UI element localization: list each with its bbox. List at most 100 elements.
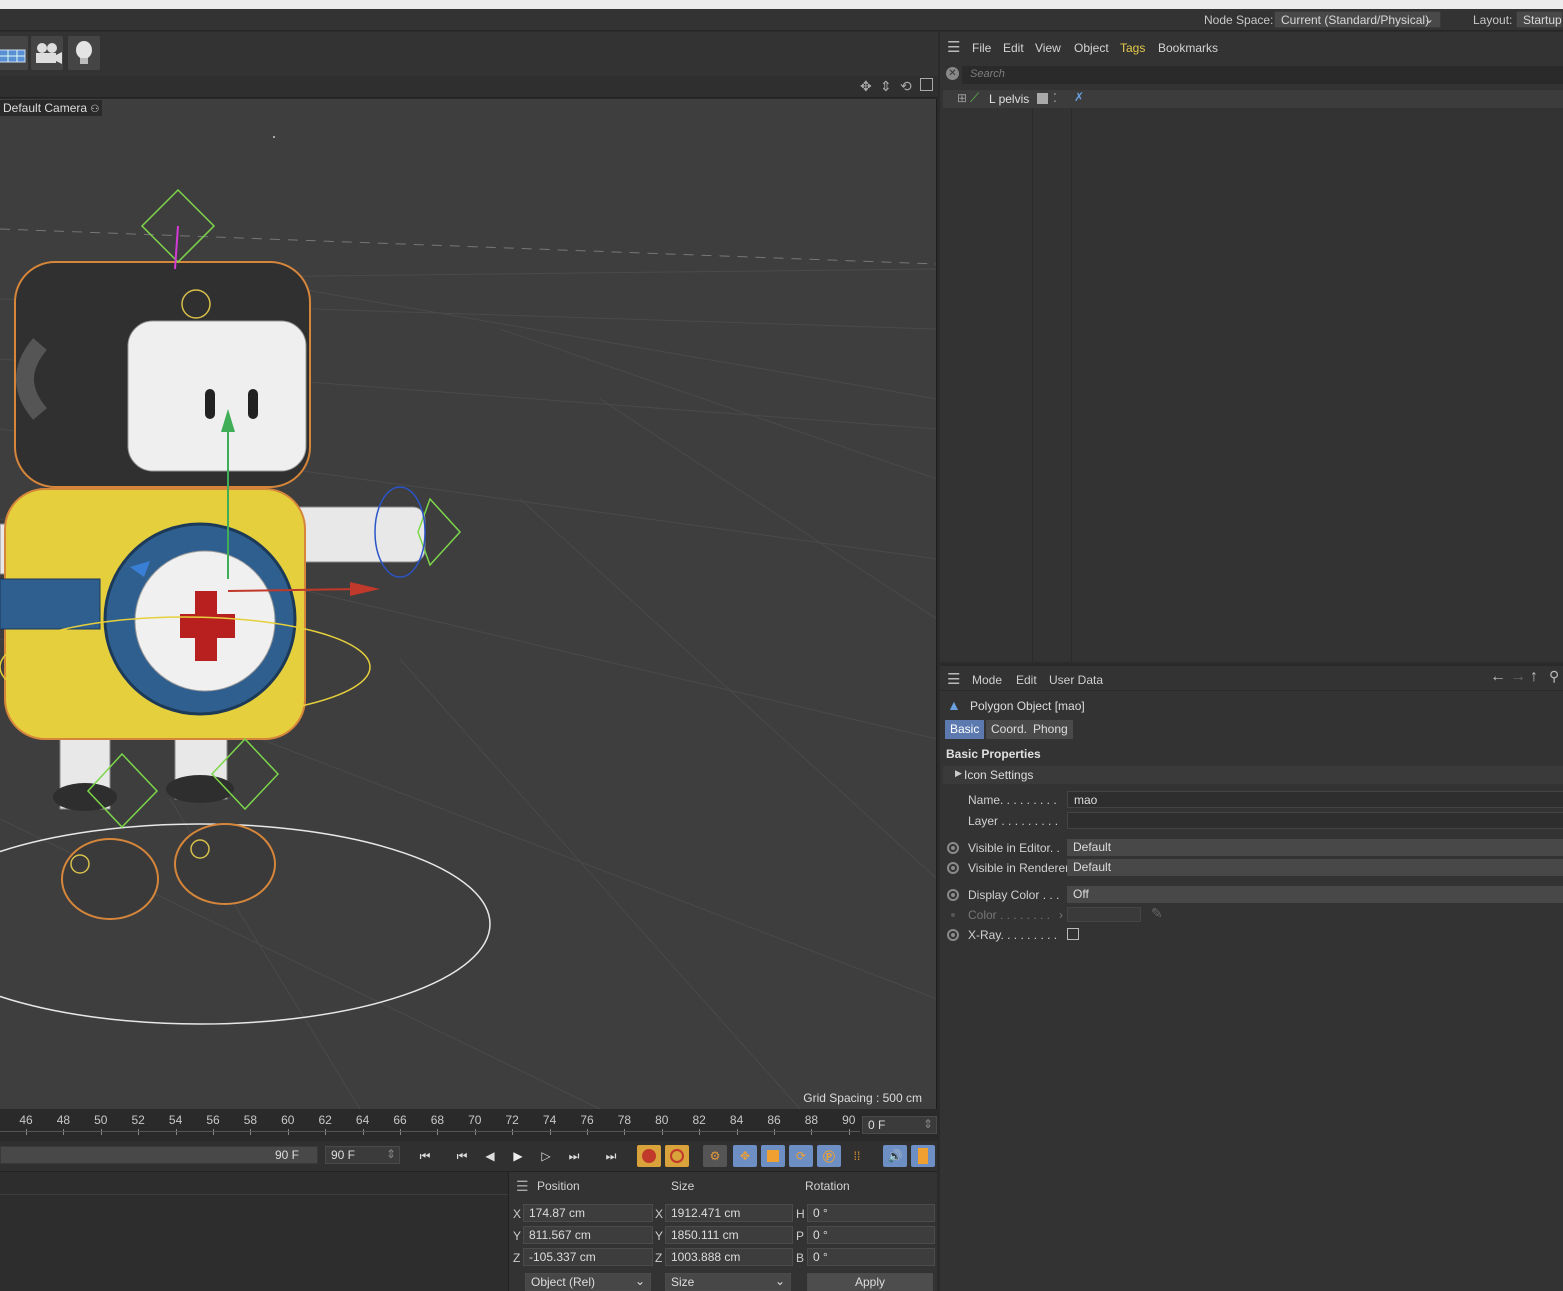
visible-renderer-select[interactable]: Default — [1067, 859, 1563, 876]
joint-icon: ⟋ — [970, 90, 980, 105]
timeline-tick-label: 66 — [393, 1113, 407, 1127]
next-key-button[interactable]: ⏭ — [562, 1145, 586, 1167]
polygon-object-icon: ▲ — [947, 697, 961, 713]
forward-arrow-icon[interactable]: → — [1510, 668, 1526, 686]
tab-basic[interactable]: Basic — [945, 720, 985, 739]
object-title: Polygon Object [mao] — [970, 699, 1085, 713]
layout-dropdown[interactable]: Startup — [1516, 11, 1563, 28]
menu-edit[interactable]: Edit — [1016, 673, 1037, 687]
current-frame-field[interactable]: 0 F ⇕ — [862, 1116, 937, 1134]
key-scale-button[interactable] — [761, 1145, 785, 1167]
menu-object[interactable]: Object — [1074, 41, 1109, 55]
position-y-field[interactable]: 811.567 cm — [523, 1226, 653, 1244]
go-to-end-button[interactable]: ⏭ — [599, 1145, 623, 1167]
hierarchy-expand-icon[interactable]: ⊞ — [957, 91, 967, 105]
camera-object-button[interactable] — [31, 36, 63, 70]
go-to-start-button[interactable]: ⏮ — [413, 1145, 437, 1167]
tab-coord[interactable]: Coord. — [986, 720, 1033, 739]
search-icon[interactable]: ⚲ — [1549, 668, 1559, 685]
viewport-header: ✥ ⇕ ⟲ — [0, 76, 938, 98]
next-frame-button[interactable]: ▷ — [534, 1145, 558, 1167]
object-name[interactable]: L pelvis — [989, 92, 1029, 106]
position-z-field[interactable]: -105.337 cm — [523, 1248, 653, 1266]
menu-file[interactable]: File — [972, 41, 991, 55]
xray-checkbox[interactable] — [1067, 928, 1079, 940]
animate-toggle[interactable] — [947, 929, 959, 941]
menu-bookmarks[interactable]: Bookmarks — [1158, 41, 1218, 55]
menu-user-data[interactable]: User Data — [1049, 673, 1103, 687]
record-active-button[interactable] — [637, 1145, 661, 1167]
floor-object-button[interactable] — [0, 36, 28, 70]
previous-key-button[interactable]: ⏮ — [450, 1145, 474, 1167]
attribute-manager: ☰ Mode Edit User Data ← → ↑ ⚲ ▲ Polygon … — [940, 664, 1563, 1291]
timeline-tick-label: 78 — [617, 1113, 632, 1127]
hamburger-icon[interactable]: ☰ — [947, 38, 960, 56]
light-object-button[interactable] — [68, 36, 100, 70]
menu-mode[interactable]: Mode — [972, 673, 1002, 687]
sound-button[interactable]: 🔊 — [883, 1145, 907, 1167]
size-mode-select[interactable]: Size ⌄ — [665, 1273, 791, 1291]
search-input[interactable]: Search — [962, 66, 1563, 84]
move-view-icon[interactable]: ✥ — [860, 78, 872, 95]
frame-range-slider[interactable]: 90 F — [0, 1146, 318, 1164]
key-parameter-button[interactable]: Ⓟ — [817, 1145, 841, 1167]
parameter-icon: Ⓟ — [822, 1149, 835, 1164]
3d-viewport[interactable]: Default Camera ⚇ Grid Spacing : 500 cm — [0, 99, 937, 1109]
scale-icon — [767, 1150, 779, 1162]
edit-layer-icon[interactable] — [1037, 93, 1048, 104]
keyframe-selection-button[interactable]: ⚙ — [703, 1145, 727, 1167]
up-arrow-icon[interactable]: ↑ — [1530, 668, 1538, 686]
visibility-dots-icon[interactable]: ⁚ — [1053, 91, 1057, 105]
icon-settings-group[interactable]: ▶ Icon Settings — [943, 766, 1563, 784]
layer-field[interactable] — [1067, 812, 1563, 829]
timeline-tick-mark — [138, 1129, 140, 1135]
maximize-view-icon[interactable] — [920, 78, 933, 91]
rotate-view-icon[interactable]: ⟲ — [900, 78, 912, 95]
rotation-p-field[interactable]: 0 ° — [807, 1226, 935, 1244]
play-button[interactable]: ▶ — [506, 1145, 530, 1167]
size-y-field[interactable]: 1850.111 cm — [665, 1226, 793, 1244]
camera-label[interactable]: Default Camera ⚇ — [0, 100, 103, 116]
animate-toggle[interactable] — [947, 862, 959, 874]
timeline-tick-mark — [699, 1129, 701, 1135]
apply-button[interactable]: Apply — [807, 1273, 933, 1291]
end-frame-field[interactable]: 90 F ⇕ — [325, 1146, 400, 1164]
node-space-dropdown[interactable]: Current (Standard/Physical) ⌄ — [1274, 11, 1441, 28]
key-position-button[interactable]: ✥ — [733, 1145, 757, 1167]
menu-view[interactable]: View — [1035, 41, 1061, 55]
back-arrow-icon[interactable]: ← — [1490, 668, 1506, 686]
rotation-b-field[interactable]: 0 ° — [807, 1248, 935, 1266]
timeline-tick-mark — [811, 1129, 813, 1135]
ik-tag-icon[interactable]: ✗ — [1074, 90, 1084, 104]
axis-label: H — [796, 1207, 805, 1221]
display-color-select[interactable]: Off — [1067, 886, 1563, 903]
hamburger-icon[interactable]: ☰ — [516, 1178, 529, 1195]
timeline-tick-label: 50 — [94, 1113, 108, 1127]
menu-tags[interactable]: Tags — [1120, 41, 1145, 55]
key-rotation-button[interactable]: ⟳ — [789, 1145, 813, 1167]
position-x-field[interactable]: 174.87 cm — [523, 1204, 653, 1222]
autokey-button[interactable] — [665, 1145, 689, 1167]
name-field[interactable]: mao — [1067, 791, 1563, 808]
object-row[interactable]: ⊞ ⟋ L pelvis ⁚ ✗ — [943, 90, 1563, 108]
visible-editor-select[interactable]: Default — [1067, 839, 1563, 856]
coordinate-mode-select[interactable]: Object (Rel) ⌄ — [525, 1273, 651, 1291]
timeline-button[interactable] — [911, 1145, 935, 1167]
previous-frame-button[interactable]: ◀ — [478, 1145, 502, 1167]
clear-search-icon[interactable]: ✕ — [946, 67, 959, 80]
hamburger-icon[interactable]: ☰ — [947, 670, 960, 688]
rotation-h-field[interactable]: 0 ° — [807, 1204, 935, 1222]
key-pla-button[interactable]: ⁞⁞ — [845, 1145, 869, 1167]
size-z-field[interactable]: 1003.888 cm — [665, 1248, 793, 1266]
timeline-ruler[interactable]: 46 48 50 52 54 56 58 60 62 64 66 68 70 72 74 76 78 80 82 84… — [0, 1109, 937, 1141]
axis-label: Y — [655, 1229, 664, 1243]
dolly-view-icon[interactable]: ⇕ — [880, 78, 892, 95]
axis-label: Y — [513, 1229, 522, 1243]
animate-toggle[interactable] — [947, 842, 959, 854]
animate-toggle[interactable] — [947, 889, 959, 901]
size-x-field[interactable]: 1912.471 cm — [665, 1204, 793, 1222]
menu-edit[interactable]: Edit — [1003, 41, 1024, 55]
camera-name: Default Camera — [3, 101, 88, 115]
timeline-tick-mark — [213, 1129, 214, 1135]
tab-phong[interactable]: Phong — [1028, 720, 1073, 739]
